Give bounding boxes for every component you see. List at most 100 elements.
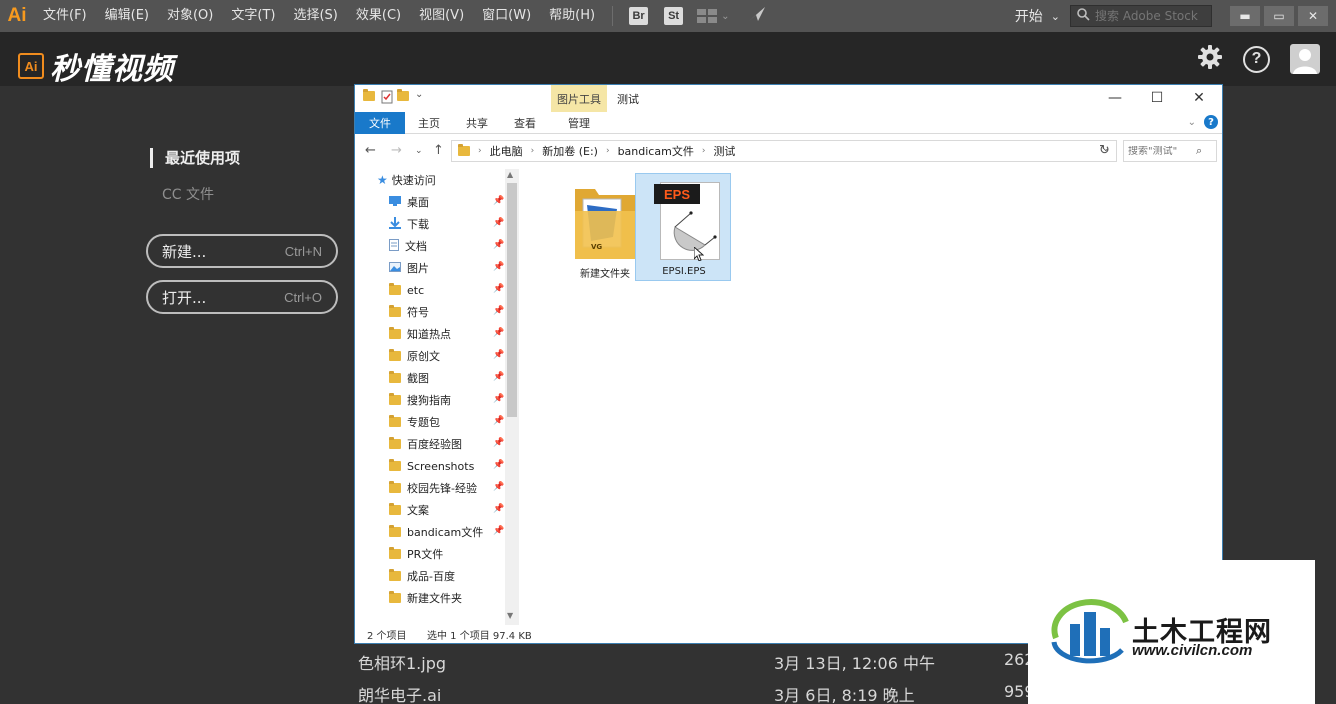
- nav-scrollbar[interactable]: ▲ ▼: [505, 169, 519, 625]
- workspace-switcher[interactable]: 开始 ⌄: [1015, 6, 1060, 26]
- pin-icon[interactable]: 📌: [493, 350, 504, 360]
- recent-file-row[interactable]: 朗华电子.ai 3月 6日, 8:19 晚上 959: [358, 678, 1058, 704]
- nav-label: 符号: [407, 306, 429, 319]
- help-icon[interactable]: ?: [1204, 115, 1218, 129]
- pin-icon[interactable]: 📌: [493, 416, 504, 426]
- properties-icon[interactable]: [381, 89, 393, 108]
- nav-item[interactable]: 搜狗指南 📌: [355, 389, 505, 411]
- pin-icon[interactable]: 📌: [493, 196, 504, 206]
- pin-icon[interactable]: 📌: [493, 240, 504, 250]
- tab-file[interactable]: 文件: [355, 112, 405, 134]
- new-folder-icon[interactable]: [397, 89, 409, 101]
- nav-item[interactable]: 知道热点 📌: [355, 323, 505, 345]
- bridge-icon[interactable]: Br: [629, 7, 649, 25]
- open-button-shortcut: Ctrl+O: [284, 289, 322, 305]
- nav-item[interactable]: etc 📌: [355, 279, 505, 301]
- nav-item[interactable]: 图片 📌: [355, 257, 505, 279]
- pin-icon[interactable]: 📌: [493, 482, 504, 492]
- menu-select[interactable]: 选择(S): [284, 0, 346, 32]
- new-document-button[interactable]: 新建... Ctrl+N: [146, 234, 338, 268]
- menu-edit[interactable]: 编辑(E): [96, 0, 158, 32]
- app-maximize-button[interactable]: ▭: [1264, 6, 1294, 26]
- scrollbar-thumb[interactable]: [507, 183, 517, 417]
- breadcrumb-bandicam[interactable]: bandicam文件: [618, 143, 694, 159]
- nav-label: bandicam文件: [407, 526, 484, 539]
- nav-item[interactable]: 符号 📌: [355, 301, 505, 323]
- explorer-search-box[interactable]: ⌕: [1123, 140, 1217, 162]
- nav-item[interactable]: 文案 📌: [355, 499, 505, 521]
- nav-quick-access[interactable]: ★ 快速访问: [355, 169, 505, 191]
- breadcrumb-current[interactable]: 测试: [713, 143, 735, 159]
- menu-object[interactable]: 对象(O): [158, 0, 222, 32]
- pin-icon[interactable]: 📌: [493, 306, 504, 316]
- nav-item[interactable]: 百度经验图 📌: [355, 433, 505, 455]
- pin-icon[interactable]: 📌: [493, 504, 504, 514]
- nav-item[interactable]: 专题包 📌: [355, 411, 505, 433]
- tab-view[interactable]: 查看: [503, 112, 547, 134]
- menu-window[interactable]: 窗口(W): [473, 0, 540, 32]
- expand-ribbon-icon[interactable]: ⌄: [1188, 117, 1196, 128]
- file-item-eps[interactable]: EPS EPSI.EPS: [635, 173, 731, 281]
- gpu-performance-icon[interactable]: [747, 5, 767, 27]
- pin-icon[interactable]: 📌: [493, 372, 504, 382]
- open-document-button[interactable]: 打开... Ctrl+O: [146, 280, 338, 314]
- nav-item[interactable]: 截图 📌: [355, 367, 505, 389]
- menu-help[interactable]: 帮助(H): [540, 0, 604, 32]
- user-avatar-icon[interactable]: [1290, 44, 1320, 74]
- app-close-button[interactable]: ✕: [1298, 6, 1328, 26]
- tab-home[interactable]: 主页: [407, 112, 451, 134]
- cc-files-link[interactable]: CC 文件: [162, 184, 214, 204]
- maximize-button[interactable]: ☐: [1137, 88, 1177, 108]
- scroll-up-icon[interactable]: ▲: [507, 170, 513, 179]
- stock-search-input[interactable]: [1095, 9, 1205, 23]
- pin-icon[interactable]: 📌: [493, 394, 504, 404]
- close-button[interactable]: ✕: [1179, 88, 1219, 108]
- breadcrumb-this-pc[interactable]: 此电脑: [490, 143, 523, 159]
- recent-file-row[interactable]: 色相环1.jpg 3月 13日, 12:06 中午 262: [358, 646, 1058, 676]
- nav-label: 知道热点: [407, 328, 451, 341]
- help-icon[interactable]: ?: [1243, 45, 1270, 73]
- tab-manage[interactable]: 管理: [551, 112, 607, 134]
- explorer-search-input[interactable]: [1128, 145, 1196, 157]
- scroll-down-icon[interactable]: ▼: [507, 611, 513, 620]
- recent-locations-icon[interactable]: ⌄: [415, 146, 423, 156]
- nav-item[interactable]: 新建文件夹: [355, 587, 505, 609]
- pin-icon[interactable]: 📌: [493, 460, 504, 470]
- tab-share[interactable]: 共享: [455, 112, 499, 134]
- pin-icon[interactable]: 📌: [493, 526, 504, 536]
- menu-type[interactable]: 文字(T): [222, 0, 284, 32]
- nav-item[interactable]: 成品-百度: [355, 565, 505, 587]
- menu-view[interactable]: 视图(V): [410, 0, 473, 32]
- pin-icon[interactable]: 📌: [493, 262, 504, 272]
- back-arrow-icon[interactable]: ←: [365, 143, 376, 158]
- star-icon: ★: [377, 173, 388, 187]
- forward-arrow-icon[interactable]: →: [391, 143, 402, 158]
- stock-icon[interactable]: St: [664, 7, 684, 25]
- pin-icon[interactable]: 📌: [493, 284, 504, 294]
- pin-icon[interactable]: 📌: [493, 218, 504, 228]
- arrange-documents-icon[interactable]: ⌄: [697, 9, 729, 23]
- breadcrumb-drive[interactable]: 新加卷 (E:): [542, 143, 598, 159]
- pin-icon[interactable]: 📌: [493, 328, 504, 338]
- minimize-button[interactable]: —: [1095, 88, 1135, 108]
- nav-item[interactable]: 文档 📌: [355, 235, 505, 257]
- nav-item[interactable]: PR文件: [355, 543, 505, 565]
- menu-effect[interactable]: 效果(C): [347, 0, 410, 32]
- picture-tools-context-tab: 图片工具: [551, 85, 607, 112]
- nav-item[interactable]: Screenshots 📌: [355, 455, 505, 477]
- stock-search-box[interactable]: [1070, 5, 1212, 27]
- nav-item[interactable]: 原创文 📌: [355, 345, 505, 367]
- nav-item[interactable]: 下载 📌: [355, 213, 505, 235]
- refresh-icon[interactable]: ↻: [1099, 143, 1110, 158]
- customize-toolbar-icon[interactable]: ⌄: [415, 89, 423, 100]
- menu-file[interactable]: 文件(F): [34, 0, 96, 32]
- pin-icon[interactable]: 📌: [493, 438, 504, 448]
- app-minimize-button[interactable]: ▬: [1230, 6, 1260, 26]
- nav-item[interactable]: 校园先锋-经验 📌: [355, 477, 505, 499]
- nav-item[interactable]: bandicam文件 📌: [355, 521, 505, 543]
- recent-section-label[interactable]: 最近使用项: [150, 148, 240, 168]
- gear-icon[interactable]: [1197, 44, 1223, 74]
- up-arrow-icon[interactable]: ↑: [433, 143, 444, 158]
- nav-item[interactable]: 桌面 📌: [355, 191, 505, 213]
- address-bar[interactable]: › 此电脑 › 新加卷 (E:) › bandicam文件 › 测试 ⌄: [451, 140, 1117, 162]
